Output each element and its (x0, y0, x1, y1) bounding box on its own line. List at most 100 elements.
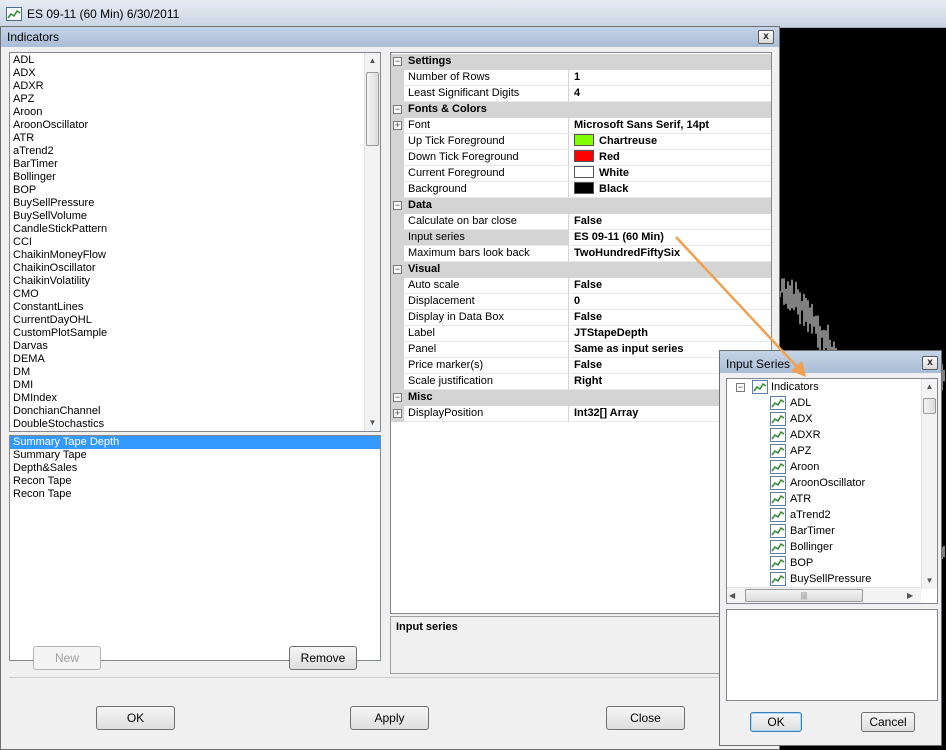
list-item[interactable]: CurrentDayOHL (10, 314, 366, 327)
list-item[interactable]: CustomPlotSample (10, 327, 366, 340)
expand-icon[interactable]: + (393, 121, 402, 130)
list-item[interactable]: Aroon (10, 106, 366, 119)
list-item[interactable]: Darvas (10, 340, 366, 353)
apply-button[interactable]: Apply (350, 706, 429, 730)
scroll-left-icon[interactable]: ◀ (729, 588, 735, 603)
list-item[interactable]: DonchianChannel (10, 405, 366, 418)
list-item[interactable]: ADX (10, 67, 366, 80)
tree-item[interactable]: BOP (727, 555, 921, 571)
tree-item[interactable]: ADL (727, 395, 921, 411)
property-value[interactable]: 0 (570, 294, 771, 310)
input-series-titlebar[interactable]: Input Series x (720, 351, 941, 373)
list-item[interactable]: Summary Tape Depth (10, 436, 380, 449)
property-row[interactable]: Least Significant Digits 4 (391, 86, 771, 102)
property-row[interactable]: Price marker(s) False (391, 358, 771, 374)
ok-button[interactable]: OK (96, 706, 175, 730)
list-item[interactable]: Summary Tape (10, 449, 380, 462)
list-item[interactable]: APZ (10, 93, 366, 106)
tree-item[interactable]: BuySellPressure (727, 571, 921, 587)
list-item[interactable]: Recon Tape (10, 488, 380, 501)
property-row[interactable]: Label JTStapeDepth (391, 326, 771, 342)
list-item[interactable]: CMO (10, 288, 366, 301)
collapse-icon[interactable]: − (393, 105, 402, 114)
property-category[interactable]: − Data (391, 198, 771, 214)
cancel-button[interactable]: Cancel (861, 712, 915, 732)
property-value[interactable]: False (570, 214, 771, 230)
property-row[interactable]: Calculate on bar close False (391, 214, 771, 230)
list-item[interactable]: DMIndex (10, 392, 366, 405)
close-icon[interactable]: x (922, 356, 938, 370)
property-row[interactable]: Number of Rows 1 (391, 70, 771, 86)
scrollbar-thumb[interactable]: ||| (745, 589, 863, 602)
tree-item[interactable]: ADXR (727, 427, 921, 443)
property-value[interactable]: TwoHundredFiftySix (570, 246, 771, 262)
input-series-tree[interactable]: − Indicators ADL ADX ADXR APZ Aroon AroonOscill… (726, 378, 938, 604)
scrollbar-thumb[interactable] (923, 398, 936, 414)
property-value[interactable]: 1 (570, 70, 771, 86)
property-value[interactable]: Black (570, 182, 771, 198)
list-item[interactable]: DoubleStochastics (10, 418, 366, 431)
list-item[interactable]: ADXR (10, 80, 366, 93)
list-item[interactable]: ATR (10, 132, 366, 145)
close-dialog-button[interactable]: Close (606, 706, 685, 730)
ok-button[interactable]: OK (750, 712, 802, 732)
tree-item[interactable]: ADX (727, 411, 921, 427)
available-list-scrollbar[interactable]: ▲ ▼ (364, 53, 380, 431)
property-value[interactable]: False (570, 278, 771, 294)
list-item[interactable]: CCI (10, 236, 366, 249)
property-category[interactable]: − Settings (391, 54, 771, 70)
list-item[interactable]: Bollinger (10, 171, 366, 184)
indicators-titlebar[interactable]: Indicators x (1, 27, 779, 47)
tree-item[interactable]: BarTimer (727, 523, 921, 539)
property-value[interactable]: Microsoft Sans Serif, 14pt (570, 118, 771, 134)
property-value[interactable]: Red (570, 150, 771, 166)
property-row[interactable]: + DisplayPosition Int32[] Array (391, 406, 771, 422)
property-category[interactable]: − Misc (391, 390, 771, 406)
list-item[interactable]: BuySellVolume (10, 210, 366, 223)
list-item[interactable]: DEMA (10, 353, 366, 366)
close-icon[interactable]: x (758, 30, 774, 44)
available-indicators-list[interactable]: ADL ADX ADXR APZ Aroon AroonOscillator ATR aTre… (9, 52, 381, 432)
property-category[interactable]: − Visual (391, 262, 771, 278)
remove-button[interactable]: Remove (289, 646, 357, 670)
property-row[interactable]: Up Tick Foreground Chartreuse (391, 134, 771, 150)
tree-item[interactable]: AroonOscillator (727, 475, 921, 491)
tree-item[interactable]: aTrend2 (727, 507, 921, 523)
list-item[interactable]: DM (10, 366, 366, 379)
list-item[interactable]: ChaikinMoneyFlow (10, 249, 366, 262)
list-item[interactable]: CandleStickPattern (10, 223, 366, 236)
property-value[interactable]: Chartreuse (570, 134, 771, 150)
chart-titlebar[interactable]: ES 09-11 (60 Min) 6/30/2011 (0, 0, 946, 28)
list-item[interactable]: ConstantLines (10, 301, 366, 314)
scroll-right-icon[interactable]: ▶ (907, 588, 913, 603)
scroll-up-icon[interactable]: ▲ (922, 379, 937, 395)
collapse-icon[interactable]: − (393, 201, 402, 210)
property-row[interactable]: Maximum bars look back TwoHundredFiftySix (391, 246, 771, 262)
tree-item[interactable]: Aroon (727, 459, 921, 475)
list-item[interactable]: DMI (10, 379, 366, 392)
property-value[interactable]: False (570, 310, 771, 326)
property-row[interactable]: Display in Data Box False (391, 310, 771, 326)
property-value[interactable]: 4 (570, 86, 771, 102)
new-button[interactable]: New (33, 646, 101, 670)
property-row[interactable]: Current Foreground White (391, 166, 771, 182)
collapse-icon[interactable]: − (393, 393, 402, 402)
property-value[interactable]: ES 09-11 (60 Min) (570, 230, 771, 246)
list-item[interactable]: Recon Tape (10, 475, 380, 488)
list-item[interactable]: aTrend2 (10, 145, 366, 158)
list-item[interactable]: ADL (10, 54, 366, 67)
collapse-icon[interactable]: − (393, 57, 402, 66)
property-row[interactable]: Displacement 0 (391, 294, 771, 310)
scrollbar-thumb[interactable] (366, 72, 379, 146)
applied-indicators-list[interactable]: Summary Tape Depth Summary Tape Depth&Sale… (9, 435, 381, 661)
scroll-down-icon[interactable]: ▼ (365, 415, 380, 431)
scroll-down-icon[interactable]: ▼ (922, 573, 937, 589)
property-row[interactable]: Auto scale False (391, 278, 771, 294)
scroll-up-icon[interactable]: ▲ (365, 53, 380, 69)
property-row[interactable]: Input series ES 09-11 (60 Min) (391, 230, 771, 246)
list-item[interactable]: ChaikinVolatility (10, 275, 366, 288)
list-item[interactable]: AroonOscillator (10, 119, 366, 132)
property-row[interactable]: Panel Same as input series (391, 342, 771, 358)
tree-item[interactable]: ATR (727, 491, 921, 507)
list-item[interactable]: BuySellPressure (10, 197, 366, 210)
